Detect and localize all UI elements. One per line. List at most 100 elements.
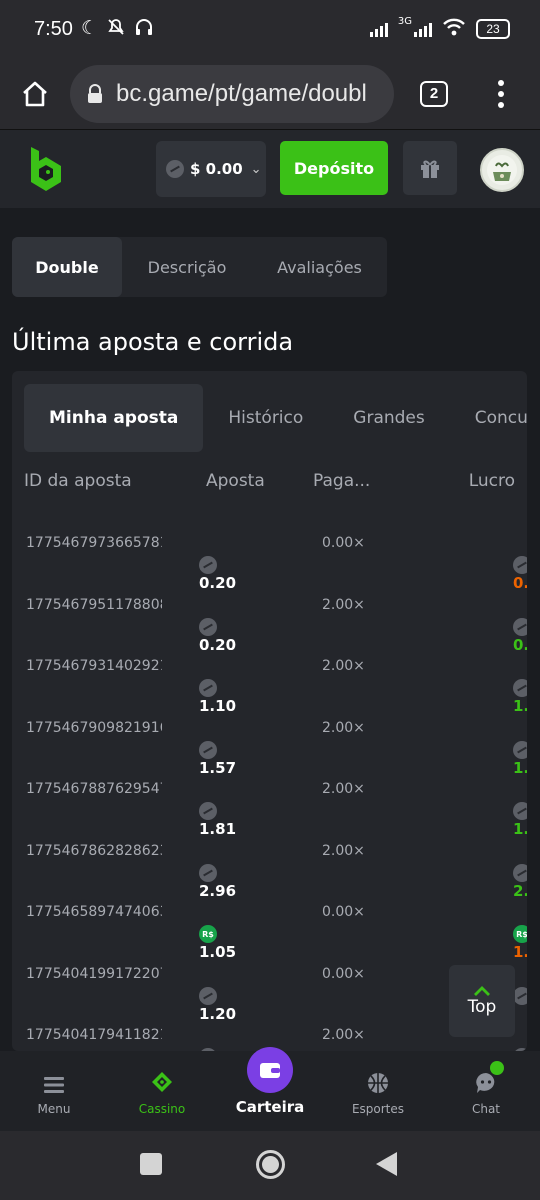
network-label: 3G	[397, 16, 412, 27]
table-row[interactable]: 1775467887629547$ 1.812.00×+$ 1.81	[12, 760, 527, 838]
bets-panel: Minha aposta Histórico Grandes Concurso …	[12, 371, 527, 1051]
payout: 0.00×	[322, 535, 365, 551]
system-navigation-bar	[0, 1131, 540, 1200]
avatar[interactable]	[480, 148, 524, 192]
nav-menu[interactable]: Menu	[0, 1051, 108, 1131]
header-bet: Aposta	[206, 471, 265, 491]
wifi-icon	[442, 18, 466, 40]
bet-id[interactable]: 1775467931402921	[26, 658, 162, 674]
browser-toolbar: bc.game/pt/game/doubl 2	[0, 58, 540, 130]
nav-casino[interactable]: Cassino	[108, 1051, 216, 1131]
balance-selector[interactable]: $ 0.00 ⌄	[156, 141, 266, 197]
nav-sports-label: Esportes	[351, 1102, 405, 1116]
coin-icon	[513, 679, 527, 697]
bet-id[interactable]: 1775467887629547	[26, 781, 162, 797]
bet-id[interactable]: 1775467862828623	[26, 843, 162, 859]
deposit-button[interactable]: Depósito	[280, 141, 388, 195]
table-row[interactable]: 1775467931402921$ 1.102.00×+$ 1.10	[12, 637, 527, 715]
tab-high-rollers[interactable]: Grandes	[328, 384, 449, 452]
coin-icon	[513, 986, 527, 1005]
bc-game-logo[interactable]	[27, 145, 65, 195]
tab-reviews[interactable]: Avaliações	[252, 237, 387, 297]
basketball-icon	[368, 1073, 388, 1093]
nav-wallet[interactable]: Carteira	[216, 1047, 324, 1131]
coin-icon	[166, 160, 184, 178]
status-bar: 7:50 ☾ 3G 23	[0, 0, 540, 58]
home-icon	[23, 81, 47, 106]
scroll-top-label: Top	[467, 997, 497, 1017]
avatar-image	[487, 155, 517, 185]
payout: 0.00×	[322, 904, 365, 920]
payout: 2.00×	[322, 658, 365, 674]
chat-icon	[476, 1073, 495, 1093]
chevron-down-icon: ⌄	[250, 161, 262, 177]
gift-button[interactable]	[403, 141, 457, 195]
battery-icon: 23	[476, 19, 510, 39]
coin-icon	[513, 556, 527, 574]
coin-icon	[513, 863, 527, 882]
site-header: $ 0.00 ⌄ Depósito	[0, 130, 540, 208]
headphones-icon	[134, 17, 154, 42]
tab-double[interactable]: Double	[12, 237, 122, 297]
wallet-icon	[247, 1047, 293, 1093]
chevron-up-icon	[474, 986, 490, 996]
tab-description[interactable]: Descrição	[122, 237, 252, 297]
coin-icon	[513, 740, 527, 759]
nav-chat[interactable]: Chat	[432, 1051, 540, 1131]
nav-casino-label: Cassino	[138, 1102, 186, 1116]
coin-icon	[199, 802, 217, 820]
nav-menu-label: Menu	[37, 1102, 71, 1116]
bet-tabs: Minha aposta Histórico Grandes Concurso	[24, 384, 527, 452]
recents-button[interactable]	[140, 1153, 162, 1175]
tab-contest[interactable]: Concurso	[450, 384, 527, 452]
table-row[interactable]: 1775467909821916$ 1.572.00×+$ 1.57	[12, 699, 527, 777]
back-button[interactable]	[376, 1152, 397, 1176]
tab-my-bets[interactable]: Minha aposta	[24, 384, 204, 452]
header-profit: Lucro	[468, 471, 515, 491]
mute-icon	[106, 17, 126, 42]
bottom-nav: Menu Cassino Carteira Esportes Chat	[0, 1047, 540, 1131]
payout: 2.00×	[322, 1027, 365, 1043]
nav-wallet-label: Carteira	[235, 1098, 305, 1116]
address-bar[interactable]: bc.game/pt/game/doubl	[70, 64, 394, 123]
coin-icon	[199, 617, 217, 636]
clock: 7:50	[34, 17, 73, 40]
chat-online-badge	[490, 1061, 504, 1075]
brl-coin-icon: R$	[513, 925, 527, 943]
bet-id[interactable]: 1775467909821916	[26, 720, 162, 736]
home-button[interactable]	[0, 58, 70, 130]
home-system-button[interactable]	[256, 1150, 285, 1179]
header-payout: Paga...	[313, 471, 371, 491]
lock-icon	[86, 83, 104, 104]
payout: 2.00×	[322, 781, 365, 797]
coin-icon	[199, 679, 217, 697]
bet-id[interactable]: 1775404199172207	[26, 966, 162, 982]
bet-id[interactable]: 1775465897474063	[26, 904, 162, 920]
more-menu-button[interactable]	[474, 79, 528, 108]
signal-icon-2	[414, 21, 432, 37]
coin-icon	[199, 863, 217, 882]
nav-sports[interactable]: Esportes	[324, 1051, 432, 1131]
table-row[interactable]: 1775465897474063$ 1.05R$0.00×$ 1.05R$	[12, 883, 527, 961]
scroll-top-button[interactable]: Top	[449, 965, 515, 1037]
nav-chat-label: Chat	[471, 1102, 501, 1116]
bet-id[interactable]: 1775404179411821	[26, 1027, 162, 1043]
moon-icon: ☾	[80, 16, 98, 39]
coin-icon	[199, 986, 217, 1005]
tabs-button[interactable]: 2	[394, 80, 474, 107]
table-row[interactable]: 1775467973665781$ 0.200.00×$ 0.20	[12, 514, 527, 592]
tab-history[interactable]: Histórico	[203, 384, 328, 452]
table-header: ID da aposta Aposta Paga... Lucro	[12, 471, 527, 497]
table-row[interactable]: 1775467862828623$ 2.962.00×+$ 2.96	[12, 822, 527, 900]
menu-icon	[44, 1077, 64, 1093]
bet-id[interactable]: 1775467973665781	[26, 535, 162, 551]
table-row[interactable]: 1775467951178808$ 0.202.00×+$ 0.20	[12, 576, 527, 654]
game-tabs: Double Descrição Avaliações	[12, 237, 387, 297]
coin-icon	[513, 617, 527, 636]
payout: 0.00×	[322, 965, 365, 982]
tab-count: 2	[420, 80, 448, 107]
payout: 2.00×	[322, 596, 365, 613]
header-bet-id: ID da aposta	[24, 471, 132, 491]
bet-id[interactable]: 1775467951178808	[26, 597, 162, 613]
gift-icon	[421, 160, 439, 178]
